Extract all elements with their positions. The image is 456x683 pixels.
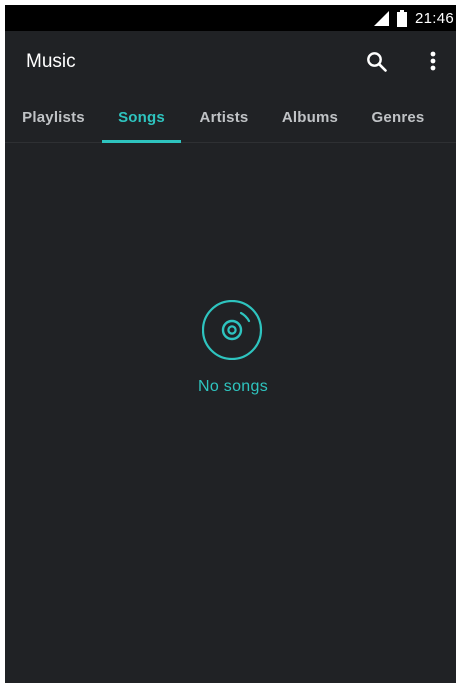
empty-state-message: No songs — [198, 378, 268, 395]
status-bar-right: 21:46 — [373, 5, 454, 31]
app-title: Music — [26, 51, 76, 72]
music-app-screen: 21:46 Music Playlists Songs Artists Albu… — [5, 5, 456, 683]
disc-icon — [201, 299, 266, 361]
tab-songs[interactable]: Songs — [102, 93, 181, 142]
search-icon[interactable] — [366, 51, 388, 73]
status-bar: 21:46 — [5, 5, 456, 31]
tab-playlists[interactable]: Playlists — [5, 93, 102, 142]
cellular-signal-icon — [373, 10, 389, 26]
tab-genres[interactable]: Genres — [353, 93, 443, 142]
active-tab-indicator — [102, 140, 181, 143]
battery-icon — [396, 9, 407, 27]
tab-bar: Playlists Songs Artists Albums Genres — [5, 93, 456, 143]
tab-artists[interactable]: Artists — [181, 93, 267, 142]
more-vert-icon[interactable] — [423, 49, 443, 73]
status-time: 21:46 — [414, 9, 454, 27]
tab-albums[interactable]: Albums — [267, 93, 353, 142]
app-bar: Music — [5, 31, 456, 93]
empty-state: No songs — [5, 299, 456, 410]
